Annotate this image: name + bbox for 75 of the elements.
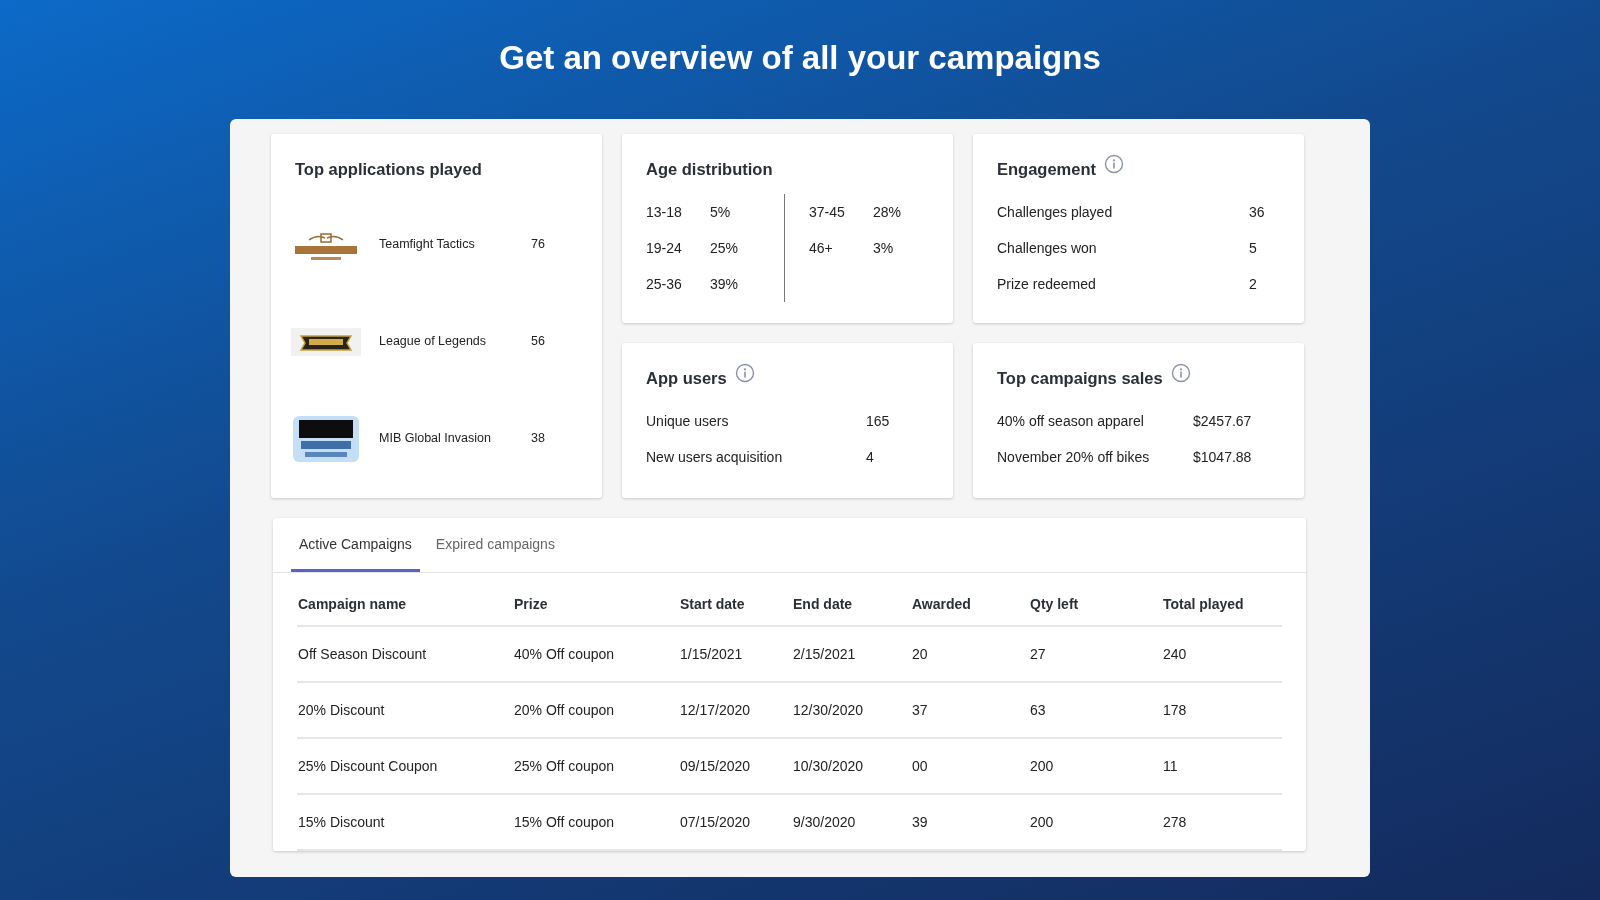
age-share: 39% — [710, 274, 739, 294]
app-name: MIB Global Invasion — [379, 430, 492, 448]
metric-label: Challenges won — [997, 238, 1098, 258]
column-header: End date — [792, 573, 911, 626]
table-cell: 00 — [911, 738, 1029, 794]
table-cell: 39 — [911, 794, 1029, 850]
table-cell: 25% Off coupon — [513, 738, 679, 794]
age-share: 3% — [873, 238, 894, 258]
metric-value: 4 — [866, 447, 874, 467]
card-title: Age distribution — [646, 158, 773, 180]
metric-value: 2 — [1249, 274, 1257, 294]
table-cell: 15% Off coupon — [513, 794, 679, 850]
table-cell: 2/15/2021 — [792, 626, 911, 682]
table-cell: 07/15/2020 — [679, 794, 792, 850]
table-cell: 09/15/2020 — [679, 738, 792, 794]
metric-label: Unique users — [646, 411, 730, 431]
column-header: Campaign name — [297, 573, 513, 626]
metric-value: $2457.67 — [1193, 411, 1252, 431]
table-cell: 20 — [911, 626, 1029, 682]
table-cell: 200 — [1029, 794, 1162, 850]
table-cell: 40% Off coupon — [513, 626, 679, 682]
app-name: Teamfight Tactics — [379, 236, 476, 254]
metric-label: November 20% off bikes — [997, 447, 1151, 467]
card-title: Engagement — [997, 158, 1097, 180]
play-count: 38 — [531, 430, 545, 448]
table-cell: 1/15/2021 — [679, 626, 792, 682]
table-cell: 20% Off coupon — [513, 682, 679, 738]
age-share: 25% — [710, 238, 739, 258]
game-logo — [291, 415, 361, 462]
age-range: 19-24 — [646, 238, 683, 258]
tab[interactable]: Active Campaigns — [291, 534, 420, 572]
tab[interactable]: Expired campaigns — [427, 534, 563, 572]
column-header: Qty left — [1029, 573, 1162, 626]
metric-value: $1047.88 — [1193, 447, 1252, 467]
age-range: 46+ — [809, 238, 834, 258]
table-cell: 37 — [911, 682, 1029, 738]
column-header: Awarded — [911, 573, 1029, 626]
metric-label: New users acquisition — [646, 447, 784, 467]
card-title: App users — [646, 367, 727, 389]
table-cell: 27 — [1029, 626, 1162, 682]
metric-value: 5 — [1249, 238, 1257, 258]
table-cell: 240 — [1162, 626, 1282, 682]
table-cell: 25% Discount Coupon — [297, 738, 513, 794]
table-cell: Off Season Discount — [297, 626, 513, 682]
table-cell: 10/30/2020 — [792, 738, 911, 794]
table-cell: 12/30/2020 — [792, 682, 911, 738]
table-cell: 200 — [1029, 738, 1162, 794]
table-cell: 20% Discount — [297, 682, 513, 738]
metric-value: 36 — [1249, 202, 1265, 222]
table-cell: 15% Discount — [297, 794, 513, 850]
metric-value: 165 — [866, 411, 890, 431]
metric-label: Challenges played — [997, 202, 1114, 222]
table-cell: 178 — [1162, 682, 1282, 738]
age-share: 5% — [710, 202, 731, 222]
age-share: 28% — [873, 202, 902, 222]
game-logo — [291, 327, 361, 356]
table-cell: 63 — [1029, 682, 1162, 738]
play-count: 56 — [531, 333, 545, 351]
page-headline: Get an overview of all your campaigns — [498, 38, 1102, 78]
age-range: 13-18 — [646, 202, 683, 222]
table-cell: 12/17/2020 — [679, 682, 792, 738]
column-header: Start date — [679, 573, 792, 626]
age-range: 25-36 — [646, 274, 683, 294]
table-cell: 9/30/2020 — [792, 794, 911, 850]
card-title: Top campaigns sales — [997, 367, 1163, 389]
column-header: Total played — [1162, 573, 1282, 626]
table-cell: 278 — [1162, 794, 1282, 850]
play-count: 76 — [531, 236, 545, 254]
age-range: 37-45 — [809, 202, 846, 222]
app-name: League of Legends — [379, 333, 488, 351]
metric-label: Prize redeemed — [997, 274, 1097, 294]
metric-label: 40% off season apparel — [997, 411, 1145, 431]
table-cell: 11 — [1162, 738, 1282, 794]
column-header: Prize — [513, 573, 679, 626]
card-title: Top applications played — [295, 158, 482, 180]
